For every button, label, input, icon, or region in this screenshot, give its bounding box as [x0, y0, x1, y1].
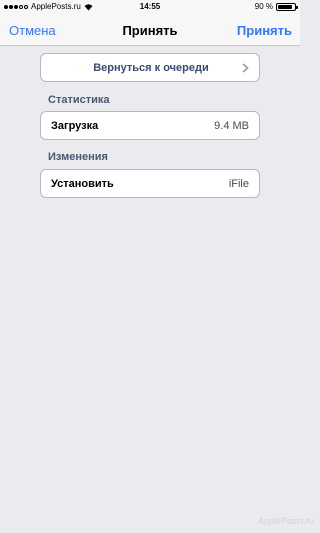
changes-section-header: Изменения [48, 151, 108, 163]
navigation-bar: Отмена Принять Принять [0, 14, 300, 46]
download-size: 9.4 MB [214, 120, 249, 132]
install-package-name: iFile [228, 178, 249, 190]
status-bar: ApplePosts.ru 14:55 90 % [0, 0, 300, 14]
download-row: Загрузка 9.4 MB [40, 111, 260, 140]
return-to-queue-button[interactable]: Вернуться к очереди [40, 53, 260, 82]
return-to-queue-label: Вернуться к очереди [93, 62, 209, 74]
watermark: ApplePosts.ru [257, 516, 314, 526]
status-right: 90 % [254, 0, 298, 14]
battery-percent: 90 % [254, 2, 273, 11]
install-label: Установить [51, 178, 114, 190]
accept-button[interactable]: Принять [237, 23, 292, 38]
stats-section-header: Статистика [48, 94, 110, 106]
battery-icon [276, 3, 298, 11]
download-label: Загрузка [51, 120, 99, 132]
chevron-right-icon [242, 63, 249, 73]
install-row[interactable]: Установить iFile [40, 169, 260, 198]
